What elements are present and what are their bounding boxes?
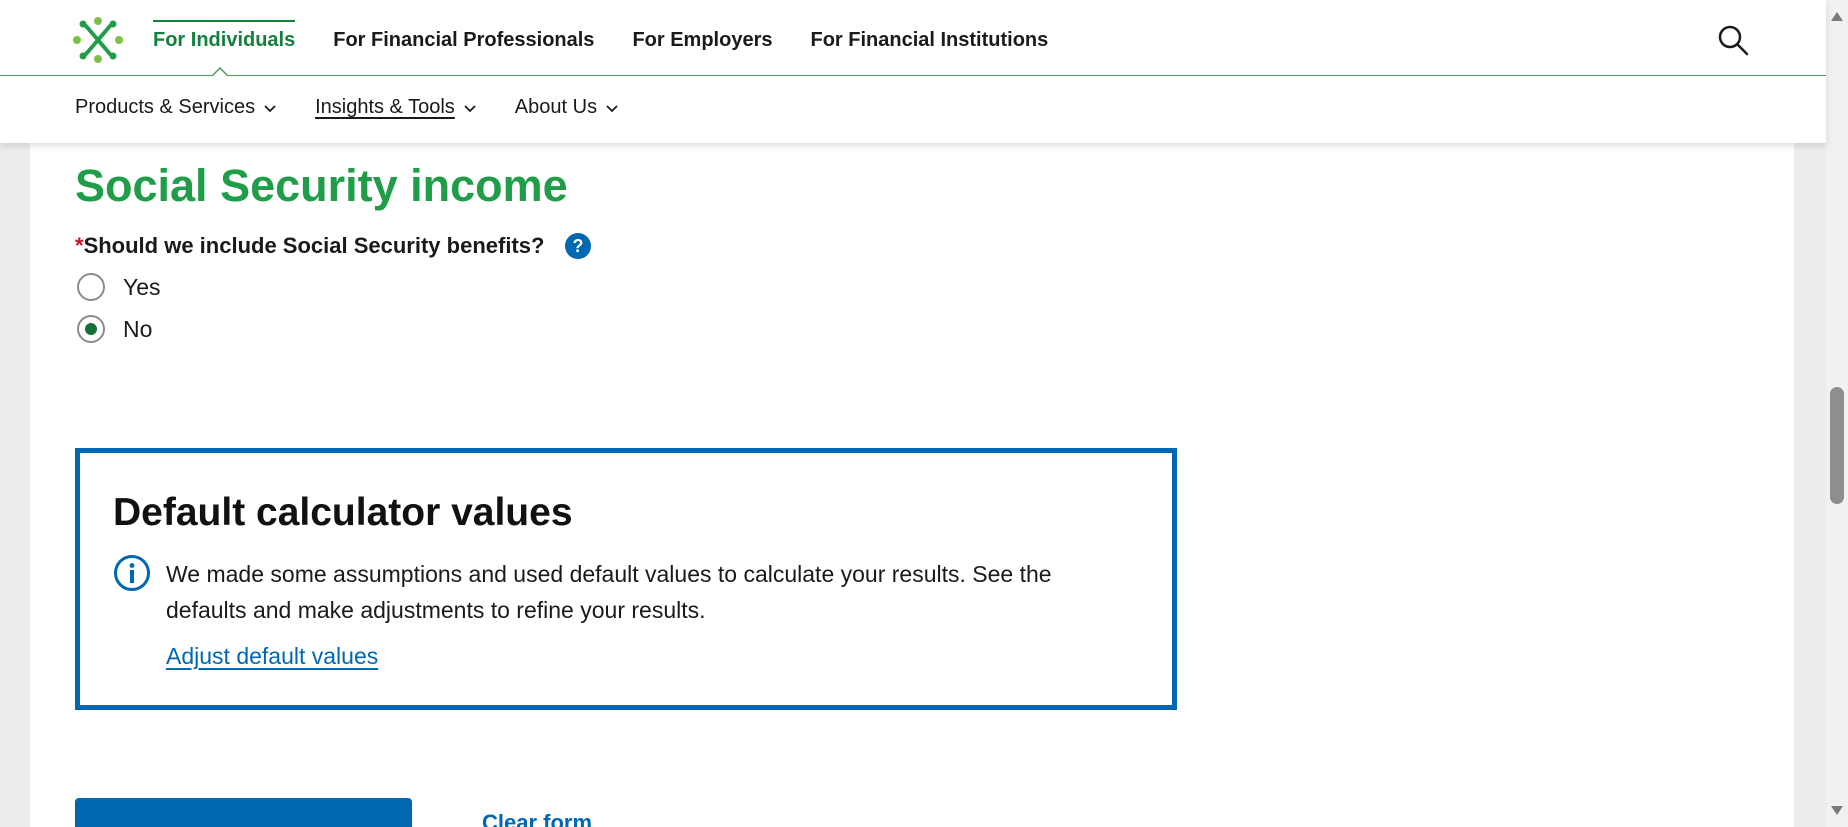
subnav-label: Insights & Tools [315, 96, 455, 118]
nav-for-individuals[interactable]: For Individuals [153, 0, 296, 76]
nav-for-financial-professionals[interactable]: For Financial Professionals [333, 0, 594, 76]
clear-form-button[interactable]: Clear form [482, 810, 592, 827]
scroll-up-arrow-icon[interactable] [1831, 12, 1843, 21]
subnav-products-services[interactable]: Products & Services [75, 96, 277, 119]
top-navigation-bar: For Individuals For Financial Profession… [0, 0, 1826, 76]
active-nav-caret-icon [212, 66, 228, 77]
scrollbar-thumb[interactable] [1830, 387, 1844, 504]
radio-option-yes[interactable]: Yes [77, 273, 161, 301]
scroll-down-arrow-icon[interactable] [1831, 806, 1843, 815]
section-nav: Products & Services Insights & Tools Abo… [75, 96, 657, 119]
notice-body: We made some assumptions and used defaul… [166, 561, 1052, 623]
question-text: Should we include Social Security benefi… [83, 233, 545, 258]
chevron-down-icon [606, 104, 618, 112]
calculate-button[interactable]: Calculate [75, 798, 412, 827]
audience-nav: For Individuals For Financial Profession… [153, 0, 1086, 76]
page-scrollbar[interactable] [1826, 0, 1848, 827]
subnav-label: Products & Services [75, 96, 256, 118]
chevron-down-icon [464, 104, 476, 112]
subnav-label: About Us [514, 96, 598, 118]
required-marker: * [75, 233, 84, 258]
section-title: Social Security income [75, 160, 568, 211]
site-header: For Individuals For Financial Profession… [0, 0, 1826, 143]
brand-logo-icon[interactable] [72, 16, 124, 64]
adjust-default-values-link[interactable]: Adjust default values [166, 643, 378, 670]
nav-for-employers[interactable]: For Employers [632, 0, 772, 76]
radio-button-no[interactable] [77, 315, 105, 343]
info-circle-icon [114, 555, 150, 591]
radio-label-yes: Yes [123, 273, 161, 300]
radio-button-yes[interactable] [77, 273, 105, 301]
default-values-notice: Default calculator values We made some a… [75, 448, 1177, 710]
subnav-insights-tools[interactable]: Insights & Tools [315, 96, 477, 119]
nav-for-financial-institutions[interactable]: For Financial Institutions [810, 0, 1048, 76]
radio-label-no: No [123, 315, 153, 342]
radio-option-no[interactable]: No [77, 315, 152, 343]
chevron-down-icon [264, 104, 276, 112]
subnav-about-us[interactable]: About Us [515, 96, 619, 119]
notice-title: Default calculator values [113, 491, 573, 534]
svg-text:?: ? [573, 236, 584, 256]
question-social-security: * Should we include Social Security bene… [75, 232, 592, 260]
question-circle-icon[interactable]: ? [564, 232, 592, 260]
search-icon[interactable] [1717, 24, 1749, 56]
